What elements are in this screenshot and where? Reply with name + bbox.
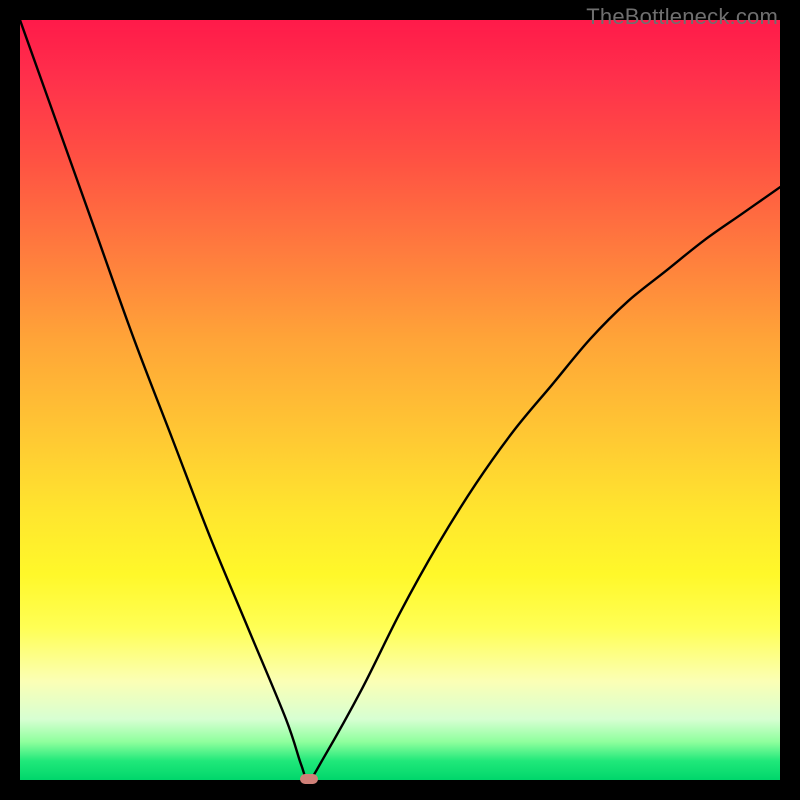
bottleneck-curve-path [20,20,780,780]
optimal-point-marker [300,774,318,784]
bottleneck-curve-svg [20,20,780,780]
